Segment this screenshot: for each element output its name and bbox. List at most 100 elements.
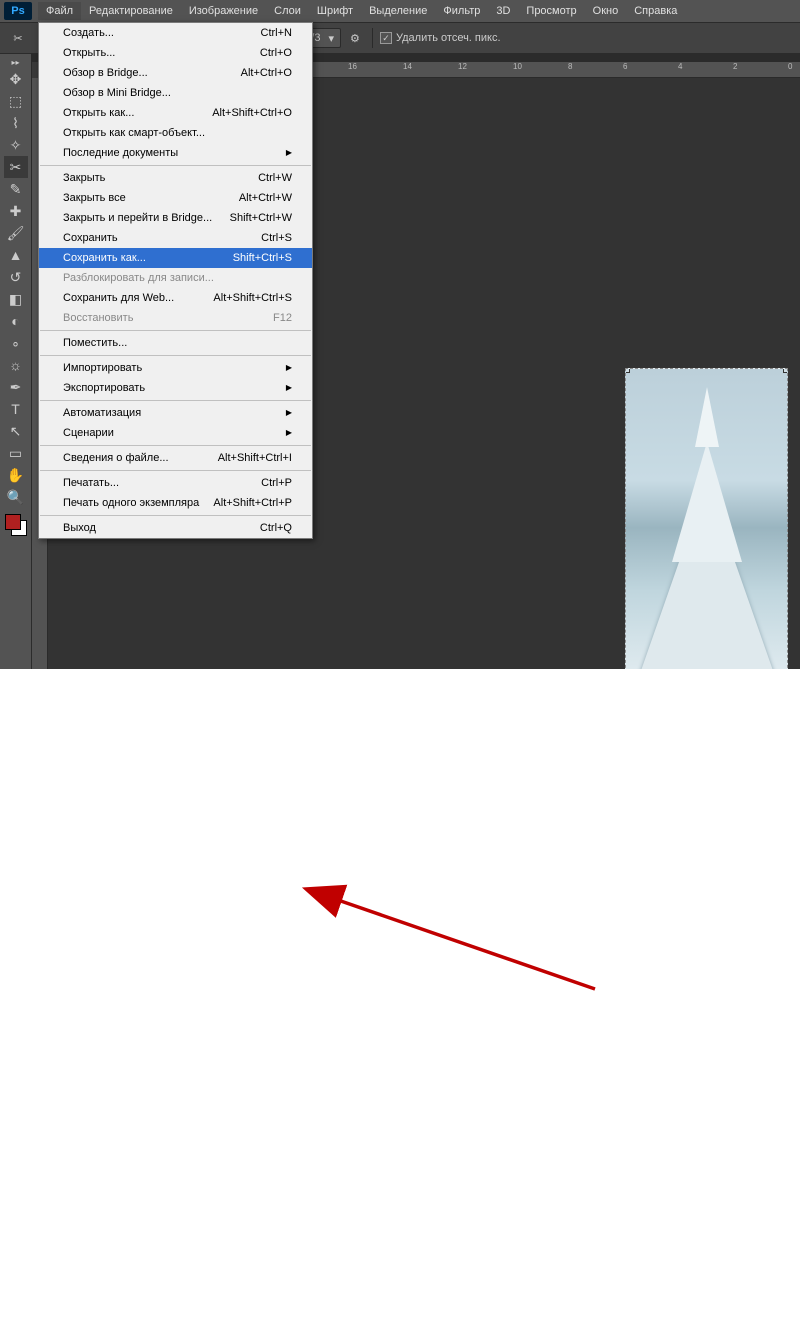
menu-entry[interactable]: Сведения о файле...Alt+Shift+Ctrl+I	[39, 448, 312, 468]
menu-entry-label: Печатать...	[63, 476, 119, 490]
hand-tool[interactable]: ✋	[4, 464, 28, 486]
image-content	[695, 387, 719, 447]
menu-entry-label: Выход	[63, 521, 96, 535]
menu-item-файл[interactable]: Файл	[38, 2, 81, 20]
menu-item-просмотр[interactable]: Просмотр	[518, 2, 584, 20]
menu-entry-label: Экспортировать	[63, 381, 145, 395]
marquee-tool[interactable]: ⬚	[4, 90, 28, 112]
move-tool[interactable]: ✥	[4, 68, 28, 90]
ruler-tick: 0	[788, 62, 792, 71]
menu-entry[interactable]: Открыть... Ctrl+O	[39, 43, 312, 63]
path-select-tool[interactable]: ↖	[4, 420, 28, 442]
crop-tool-icon: ✂	[8, 28, 28, 48]
history-brush-tool[interactable]: ↺	[4, 266, 28, 288]
menubar: Ps ФайлРедактированиеИзображениеСлоиШриф…	[0, 0, 800, 22]
file-menu-dropdown: Создать...Ctrl+N Открыть... Ctrl+O Обзор в …	[38, 22, 313, 539]
crop-handle-tl[interactable]	[625, 368, 630, 373]
menu-item-выделение[interactable]: Выделение	[361, 2, 435, 20]
menu-entry-label: Сохранить	[63, 231, 118, 245]
menu-entry[interactable]: Закрыть и перейти в Bridge...Shift+Ctrl+…	[39, 208, 312, 228]
menu-entry-shortcut: Alt+Ctrl+O	[241, 66, 292, 80]
menu-entry-shortcut: Alt+Shift+Ctrl+O	[212, 106, 292, 120]
menu-entry[interactable]: Обзор в Mini Bridge...	[39, 83, 312, 103]
ruler-tick: 2	[733, 62, 737, 71]
menu-entry[interactable]: Сохранить для Web...Alt+Shift+Ctrl+S	[39, 288, 312, 308]
menu-entry[interactable]: Сохранить как...Shift+Ctrl+S	[39, 248, 312, 268]
menu-item-3d[interactable]: 3D	[488, 2, 518, 20]
menu-separator	[40, 515, 311, 516]
menu-entry[interactable]: Сохранить Ctrl+S	[39, 228, 312, 248]
menu-entry: Разблокировать для записи...	[39, 268, 312, 288]
menu-entry-shortcut: Shift+Ctrl+W	[230, 211, 292, 225]
menu-entry-label: Разблокировать для записи...	[63, 271, 214, 285]
menu-entry[interactable]: Поместить...	[39, 333, 312, 353]
ruler-tick: 14	[403, 62, 412, 71]
menu-entry[interactable]: Обзор в Bridge...Alt+Ctrl+O	[39, 63, 312, 83]
menu-entry[interactable]: Печатать...Ctrl+P	[39, 473, 312, 493]
menu-entry-label: Открыть...	[63, 46, 115, 60]
menu-entry-label: Создать...	[63, 26, 114, 40]
menu-item-справка[interactable]: Справка	[626, 2, 685, 20]
menu-item-изображение[interactable]: Изображение	[181, 2, 266, 20]
menu-entry-shortcut: Ctrl+W	[258, 171, 292, 185]
menu-entry[interactable]: Импортировать	[39, 358, 312, 378]
divider	[372, 28, 373, 48]
menu-entry[interactable]: Открыть как смарт-объект...	[39, 123, 312, 143]
menu-separator	[40, 400, 311, 401]
menu-entry[interactable]: ЗакрытьCtrl+W	[39, 168, 312, 188]
eraser-tool[interactable]: ◧	[4, 288, 28, 310]
menu-item-редактирование[interactable]: Редактирование	[81, 2, 181, 20]
foreground-swatch[interactable]	[5, 514, 21, 530]
delete-cropped-checkbox[interactable]: ✓ Удалить отсеч. пикс.	[380, 32, 501, 44]
crop-tool[interactable]: ✂	[4, 156, 28, 178]
ruler-tick: 8	[568, 62, 572, 71]
menu-entry-shortcut: Alt+Shift+Ctrl+P	[213, 496, 292, 510]
checkbox-icon: ✓	[380, 32, 392, 44]
menu-entry[interactable]: Экспортировать	[39, 378, 312, 398]
menu-separator	[40, 355, 311, 356]
menu-entry[interactable]: Автоматизация	[39, 403, 312, 423]
blur-tool[interactable]: ∘	[4, 332, 28, 354]
settings-gear-icon[interactable]: ⚙	[345, 28, 365, 48]
eyedropper-tool[interactable]: ✎	[4, 178, 28, 200]
menu-entry[interactable]: Сценарии	[39, 423, 312, 443]
menu-entry[interactable]: Закрыть всеAlt+Ctrl+W	[39, 188, 312, 208]
menu-entry-shortcut: Alt+Shift+Ctrl+S	[213, 291, 292, 305]
menu-entry-label: Поместить...	[63, 336, 127, 350]
magic-wand-tool[interactable]: ✧	[4, 134, 28, 156]
toolbox: ▸▸ ✥⬚⌇✧✂✎✚🖌▲↺◧◐∘☼✒T↖▭✋🔍	[0, 54, 32, 669]
lasso-tool[interactable]: ⌇	[4, 112, 28, 134]
menu-item-шрифт[interactable]: Шрифт	[309, 2, 361, 20]
healing-tool[interactable]: ✚	[4, 200, 28, 222]
menu-entry-shortcut: Ctrl+S	[261, 231, 292, 245]
menu-entry-label: Открыть как...	[63, 106, 134, 120]
brush-tool[interactable]: 🖌	[4, 222, 28, 244]
stamp-tool[interactable]: ▲	[4, 244, 28, 266]
menu-item-фильтр[interactable]: Фильтр	[435, 2, 488, 20]
document-image[interactable]	[625, 368, 788, 669]
color-swatches[interactable]	[5, 514, 27, 536]
dodge-tool[interactable]: ☼	[4, 354, 28, 376]
zoom-tool[interactable]: 🔍	[4, 486, 28, 508]
ruler-tick: 12	[458, 62, 467, 71]
gradient-tool[interactable]: ◐	[4, 310, 28, 332]
menu-entry[interactable]: Последние документы	[39, 143, 312, 163]
menu-entry-label: Обзор в Mini Bridge...	[63, 86, 171, 100]
annotation-arrow	[0, 669, 800, 1338]
toolbox-collapse-icon[interactable]: ▸▸	[4, 56, 28, 68]
crop-handle-tr[interactable]	[783, 368, 788, 373]
shape-tool[interactable]: ▭	[4, 442, 28, 464]
ruler-tick: 6	[623, 62, 627, 71]
menu-separator	[40, 165, 311, 166]
app-frame: Ps ФайлРедактированиеИзображениеСлоиШриф…	[0, 0, 800, 669]
menu-entry[interactable]: Открыть как... Alt+Shift+Ctrl+O	[39, 103, 312, 123]
pen-tool[interactable]: ✒	[4, 376, 28, 398]
menu-entry-shortcut: Ctrl+O	[260, 46, 292, 60]
menu-entry[interactable]: Печать одного экземпляраAlt+Shift+Ctrl+P	[39, 493, 312, 513]
type-tool[interactable]: T	[4, 398, 28, 420]
menu-item-слои[interactable]: Слои	[266, 2, 309, 20]
menu-entry[interactable]: Создать...Ctrl+N	[39, 23, 312, 43]
menu-separator	[40, 470, 311, 471]
menu-entry[interactable]: ВыходCtrl+Q	[39, 518, 312, 538]
menu-item-окно[interactable]: Окно	[585, 2, 627, 20]
